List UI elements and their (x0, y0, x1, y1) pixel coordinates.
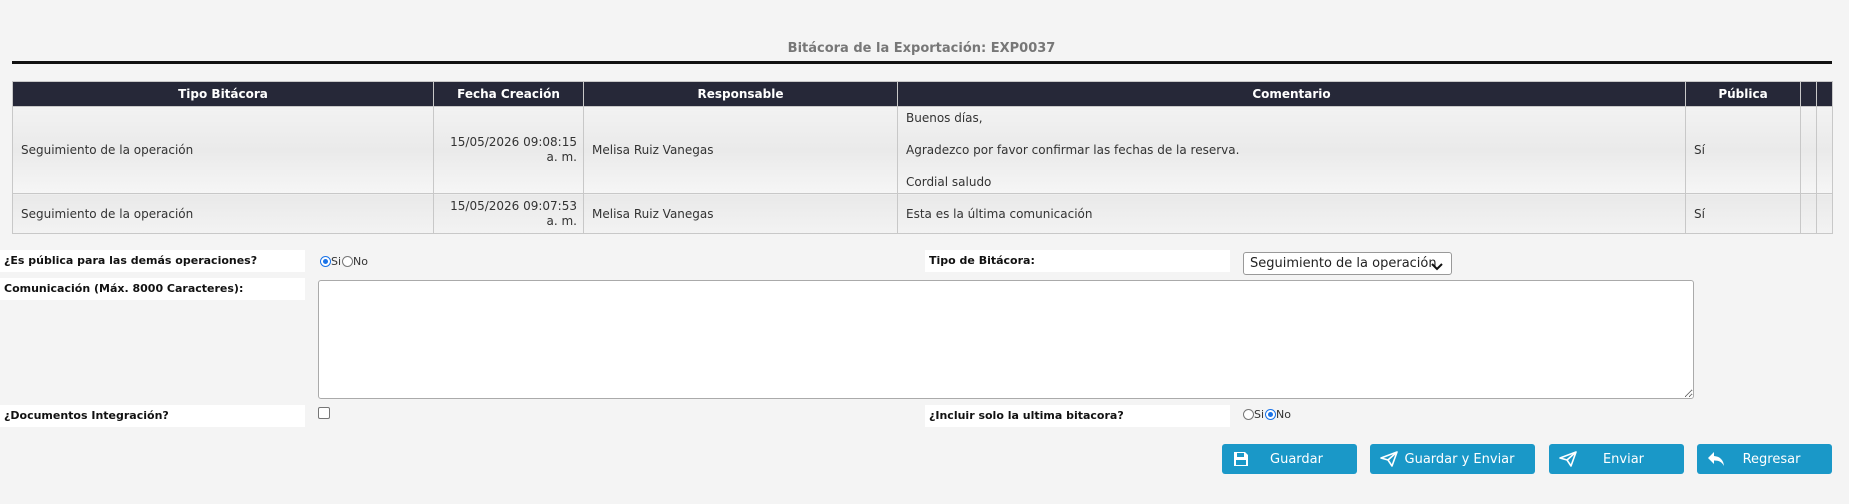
cell-responsable: Melisa Ruiz Vanegas (583, 106, 898, 194)
incluir-radio-no[interactable] (1265, 409, 1277, 420)
cell-publica: Sí (1685, 106, 1801, 194)
col-header-action-2 (1816, 81, 1833, 107)
cell-action-2 (1816, 193, 1833, 234)
incluir-radio-no-label[interactable]: No (1276, 408, 1291, 421)
col-header-comentario[interactable]: Comentario (897, 81, 1686, 107)
incluir-radio-group: Si No (1243, 408, 1291, 421)
publica-radio-group: Si No (320, 255, 368, 268)
tipo-bitacora-label: Tipo de Bitácora: (925, 250, 1230, 272)
comment-line: Agradezco por favor confirmar las fechas… (906, 143, 1240, 157)
cell-action-2 (1816, 106, 1833, 194)
comunicacion-textarea[interactable] (318, 280, 1694, 399)
title-divider (12, 61, 1832, 64)
guardar-enviar-button-label: Guardar y Enviar (1404, 451, 1515, 467)
table-row[interactable]: Seguimiento de la operación 15/05/2026 0… (12, 106, 1833, 194)
publica-radio-si-label[interactable]: Si (331, 255, 341, 268)
comment-line: Esta es la última comunicación (906, 206, 1093, 221)
tipo-bitacora-select[interactable]: Seguimiento de la operación (1243, 252, 1452, 275)
page-title: Bitácora de la Exportación: EXP0037 (787, 41, 1056, 56)
comment-line: Buenos días, (906, 111, 983, 125)
col-header-publica[interactable]: Pública (1685, 81, 1801, 107)
comment-line: Cordial saludo (906, 175, 992, 189)
tipo-bitacora-value: Seguimiento de la operación (1250, 256, 1437, 271)
cell-action-1 (1800, 193, 1817, 234)
col-header-tipo[interactable]: Tipo Bitácora (12, 81, 434, 107)
col-header-responsable[interactable]: Responsable (583, 81, 898, 107)
log-table: Tipo Bitácora Fecha Creación Responsable… (12, 81, 1833, 234)
cell-comentario: Esta es la última comunicación (897, 193, 1686, 234)
publica-radio-si[interactable] (320, 256, 331, 267)
cell-tipo: Seguimiento de la operación (12, 193, 434, 234)
incluir-radio-si-label[interactable]: Si (1254, 408, 1264, 421)
incluir-radio-si[interactable] (1243, 409, 1254, 420)
floppy-disk-icon (1232, 450, 1250, 468)
incluir-label: ¿Incluir solo la ultima bitacora? (925, 405, 1230, 427)
reply-arrow-icon (1707, 450, 1725, 468)
cell-comentario: Buenos días, Agradezco por favor confirm… (897, 106, 1686, 194)
publica-radio-no[interactable] (342, 256, 354, 267)
chevron-down-icon (1431, 260, 1443, 275)
paper-plane-icon (1559, 450, 1577, 468)
table-row[interactable]: Seguimiento de la operación 15/05/2026 0… (12, 193, 1833, 234)
documentos-checkbox[interactable] (318, 407, 330, 419)
cell-publica: Sí (1685, 193, 1801, 234)
paper-plane-icon (1380, 450, 1398, 468)
publica-label: ¿Es pública para las demás operaciones? (0, 250, 305, 272)
regresar-button[interactable]: Regresar (1697, 444, 1832, 474)
cell-responsable: Melisa Ruiz Vanegas (583, 193, 898, 234)
publica-radio-no-label[interactable]: No (353, 255, 368, 268)
guardar-button-label: Guardar (1270, 451, 1323, 467)
regresar-button-label: Regresar (1742, 451, 1801, 467)
cell-tipo: Seguimiento de la operación (12, 106, 434, 194)
comunicacion-label: Comunicación (Máx. 8000 Caracteres): (0, 278, 305, 300)
col-header-fecha[interactable]: Fecha Creación (433, 81, 584, 107)
documentos-label: ¿Documentos Integración? (0, 405, 305, 427)
cell-fecha: 15/05/2026 09:07:53 a. m. (433, 193, 584, 234)
cell-action-1 (1800, 106, 1817, 194)
enviar-button-label: Enviar (1602, 451, 1645, 467)
guardar-button[interactable]: Guardar (1222, 444, 1357, 474)
guardar-enviar-button[interactable]: Guardar y Enviar (1370, 444, 1535, 474)
col-header-action-1 (1800, 81, 1817, 107)
enviar-button[interactable]: Enviar (1549, 444, 1684, 474)
table-header-row: Tipo Bitácora Fecha Creación Responsable… (12, 81, 1833, 107)
cell-fecha: 15/05/2026 09:08:15 a. m. (433, 106, 584, 194)
